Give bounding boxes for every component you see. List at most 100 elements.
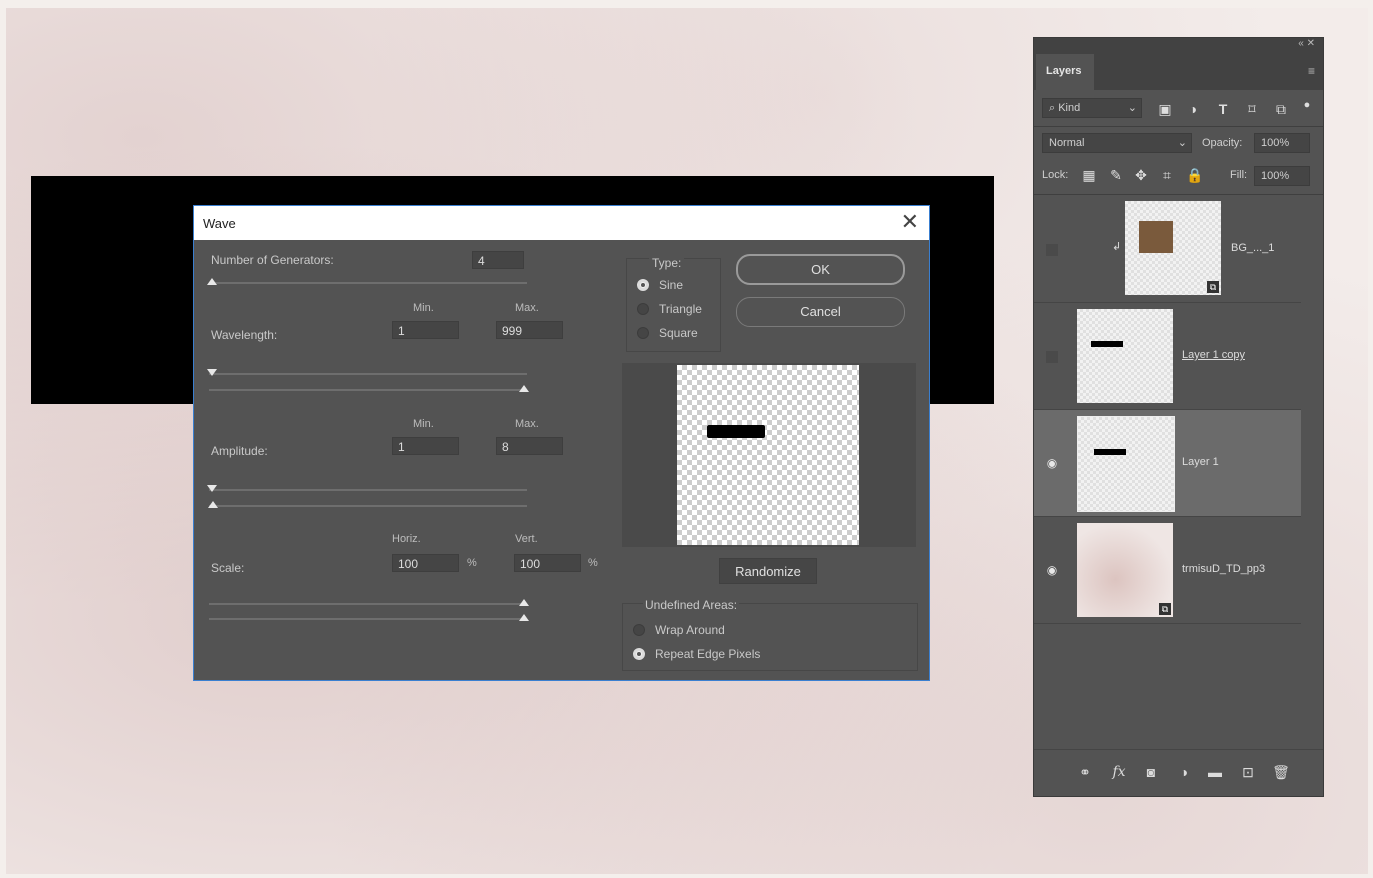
scale-horiz-track[interactable]	[209, 603, 527, 605]
wave-dialog: Wave ✕ Number of Generators: 4 Min. Max.…	[193, 205, 930, 681]
layer-row[interactable]: ◉ ⧉ trmisuD_TD_pp3	[1034, 517, 1301, 624]
type-square-radio[interactable]	[637, 327, 649, 339]
wavelength-label: Wavelength:	[211, 328, 278, 342]
texture-swatch	[1139, 221, 1173, 253]
eye-icon[interactable]: ◉	[1044, 456, 1060, 470]
layer-name[interactable]: trmisuD_TD_pp3	[1182, 563, 1265, 575]
preview-area	[622, 363, 916, 547]
scale-vert-input[interactable]: 100	[514, 554, 581, 572]
opacity-input[interactable]: 100%	[1254, 133, 1310, 153]
ok-button[interactable]: OK	[736, 254, 905, 285]
type-triangle-radio[interactable]	[637, 303, 649, 315]
visibility-toggle[interactable]	[1046, 244, 1058, 256]
cancel-button[interactable]: Cancel	[736, 297, 905, 327]
visibility-toggle[interactable]	[1046, 351, 1058, 363]
wavelength-min-track[interactable]	[209, 373, 527, 375]
smart-object-icon: ⧉	[1207, 281, 1219, 293]
amplitude-max-input[interactable]: 8	[496, 437, 563, 455]
panel-header: « ✕	[1034, 38, 1323, 52]
preview-shape	[707, 425, 765, 438]
layer-name[interactable]: BG_..._1	[1231, 242, 1274, 254]
new-layer-icon[interactable]: ⊡	[1239, 764, 1257, 781]
layer-name[interactable]: Layer 1	[1182, 456, 1219, 468]
amplitude-min-track[interactable]	[209, 489, 527, 491]
type-sine-radio[interactable]	[637, 279, 649, 291]
fill-label: Fill:	[1230, 169, 1248, 181]
layer-thumbnail: ⧉	[1125, 201, 1221, 295]
generators-input[interactable]: 4	[472, 251, 524, 269]
scale-vert-track[interactable]	[209, 618, 527, 620]
scale-vert-thumb[interactable]	[519, 614, 529, 621]
wrap-around-label: Wrap Around	[655, 623, 725, 637]
opacity-value: 100%	[1261, 137, 1290, 149]
filter-kind-label: Kind	[1058, 102, 1081, 114]
divider	[1034, 126, 1323, 127]
shape-swatch	[1091, 341, 1123, 347]
wavelength-min-label: Min.	[413, 302, 434, 314]
scale-horiz-unit: %	[467, 557, 477, 569]
layer-row-selected[interactable]: ◉ Layer 1	[1034, 410, 1301, 517]
close-icon[interactable]: ✕	[901, 211, 919, 233]
trash-icon[interactable]: 🗑	[1272, 764, 1290, 781]
wrap-around-radio[interactable]	[633, 624, 645, 636]
randomize-button[interactable]: Randomize	[719, 558, 817, 584]
shape-filter-icon[interactable]: ⌑	[1243, 100, 1261, 118]
scale-horiz-thumb[interactable]	[519, 599, 529, 606]
lock-all-icon[interactable]: 🔒	[1186, 166, 1204, 184]
amplitude-max-label: Max.	[515, 418, 539, 430]
dialog-titlebar: Wave ✕	[194, 206, 929, 240]
tab-layers[interactable]: Layers	[1036, 54, 1094, 90]
amplitude-min-thumb[interactable]	[207, 485, 217, 492]
collapse-close-icon[interactable]: « ✕	[1298, 38, 1315, 49]
layers-bottom-bar: ⚭ fx ◙ ◑ ▬ ⊡ 🗑	[1034, 749, 1323, 796]
pixel-filter-icon[interactable]: ▣	[1156, 100, 1174, 118]
preview-thumbnail	[677, 365, 859, 545]
undefined-areas-group: Undefined Areas: Wrap Around Repeat Edge…	[622, 598, 918, 671]
lock-move-icon[interactable]: ✥	[1132, 166, 1150, 184]
fill-input[interactable]: 100%	[1254, 166, 1310, 186]
mask-icon[interactable]: ◙	[1142, 764, 1160, 780]
chevron-down-icon: ⌄	[1127, 102, 1137, 114]
wavelength-max-label: Max.	[515, 302, 539, 314]
folder-icon[interactable]: ▬	[1206, 764, 1224, 780]
lock-label: Lock:	[1042, 169, 1069, 181]
lock-brush-icon[interactable]: ✎	[1107, 166, 1125, 184]
wavelength-max-input[interactable]: 999	[496, 321, 563, 339]
fx-icon[interactable]: fx	[1110, 764, 1128, 780]
scale-horiz-input[interactable]: 100	[392, 554, 459, 572]
scale-vert-unit: %	[588, 557, 598, 569]
wavelength-min-thumb[interactable]	[207, 369, 217, 376]
repeat-edge-radio[interactable]	[633, 648, 645, 660]
layer-name[interactable]: Layer 1 copy	[1182, 349, 1245, 361]
wavelength-min-input[interactable]: 1	[392, 321, 459, 339]
amplitude-min-input[interactable]: 1	[392, 437, 459, 455]
amplitude-max-track[interactable]	[209, 505, 527, 507]
blend-mode-select[interactable]: Normal ⌄	[1042, 133, 1192, 153]
type-label: Type:	[649, 256, 685, 270]
search-icon: ⌕	[1049, 102, 1059, 114]
panel-menu-icon[interactable]: ≡	[1308, 64, 1315, 78]
chevron-down-icon: ⌄	[1177, 137, 1187, 149]
clip-arrow-icon: ↲	[1112, 241, 1122, 253]
generators-slider-thumb[interactable]	[207, 278, 217, 285]
adjustment-filter-icon[interactable]: ◑	[1184, 100, 1202, 118]
filter-kind-select[interactable]: ⌕ Kind ⌄	[1042, 98, 1142, 118]
scale-horiz-label: Horiz.	[392, 533, 421, 545]
wavelength-max-thumb[interactable]	[519, 385, 529, 392]
generators-slider-track[interactable]	[209, 282, 527, 284]
wavelength-max-track[interactable]	[209, 389, 527, 391]
filter-toggle-icon[interactable]: ●	[1298, 96, 1316, 114]
amplitude-label: Amplitude:	[211, 444, 268, 458]
adjustment-layer-icon[interactable]: ◑	[1175, 764, 1193, 780]
lock-artboard-icon[interactable]: ⌗	[1158, 166, 1176, 184]
layer-row[interactable]: Layer 1 copy	[1034, 303, 1301, 410]
smart-object-filter-icon[interactable]: ⧉	[1272, 100, 1290, 118]
type-square-label: Square	[659, 326, 698, 340]
lock-transparent-icon[interactable]: ▦	[1080, 166, 1098, 184]
layer-row[interactable]: ↲ ⧉ BG_..._1	[1034, 196, 1301, 303]
link-icon[interactable]: ⚭	[1076, 764, 1094, 781]
divider	[1034, 194, 1323, 195]
type-filter-icon[interactable]: T	[1214, 100, 1232, 118]
amplitude-max-thumb[interactable]	[208, 501, 218, 508]
eye-icon[interactable]: ◉	[1044, 563, 1060, 577]
